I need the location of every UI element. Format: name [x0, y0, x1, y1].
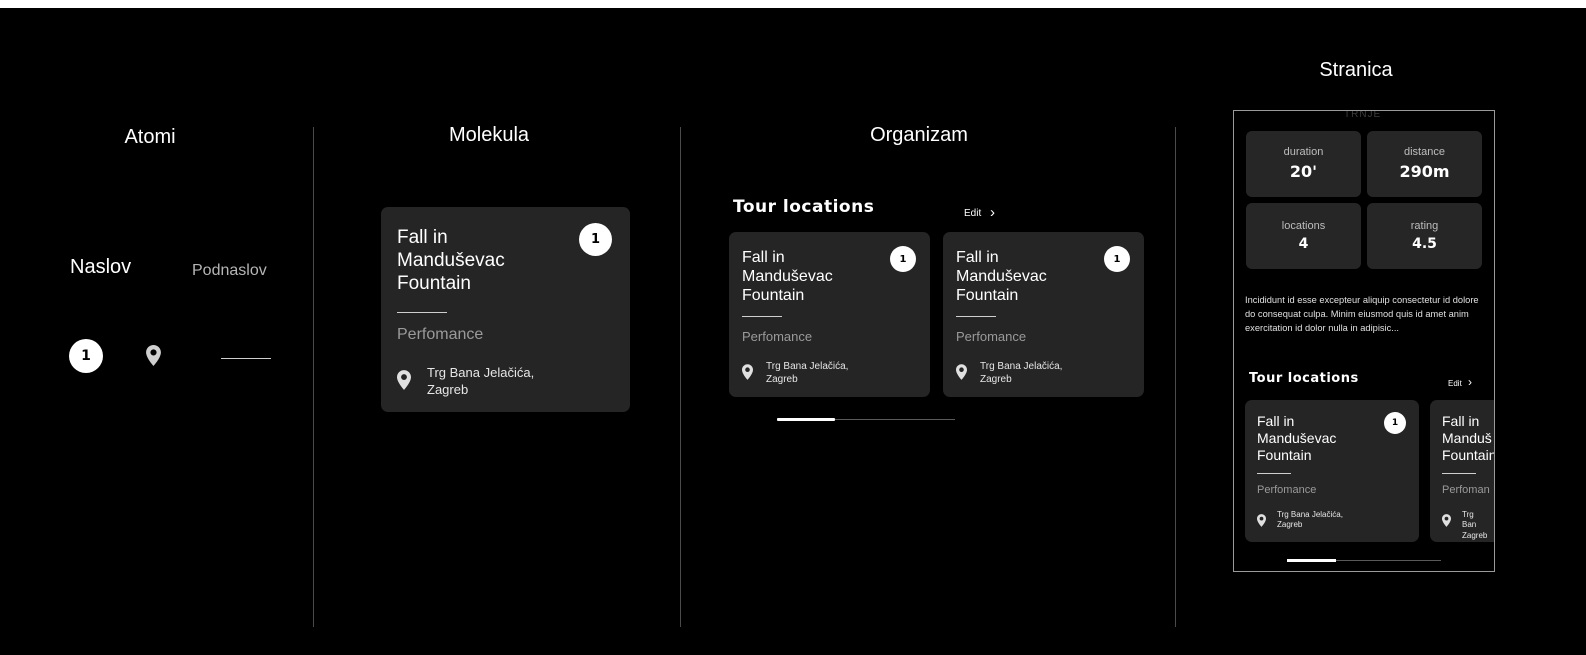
- card-address: Trg Bana Jelačića, Zagreb: [427, 365, 535, 397]
- edit-label: Edit: [1448, 379, 1462, 388]
- card-subtitle: Perfomance: [397, 326, 484, 343]
- column-divider: [680, 127, 681, 627]
- card-divider: [397, 312, 447, 313]
- card-number-badge: 1: [1384, 412, 1406, 434]
- location-card-partial[interactable]: Fall in Manduš Fountain Perfoman Trg Ban…: [1430, 400, 1495, 542]
- card-address: Trg Ban Zagreb: [1462, 510, 1488, 540]
- atom-title: Naslov: [70, 256, 132, 278]
- section-heading: Tour locations: [1249, 371, 1359, 386]
- chevron-right-icon: ›: [990, 204, 996, 221]
- stat-value: 290m: [1399, 162, 1450, 181]
- column-title-molecule: Molekula: [448, 124, 530, 146]
- card-subtitle: Perfoman: [1442, 484, 1490, 496]
- scroll-thumb[interactable]: [1287, 559, 1336, 562]
- card-subtitle: Perfomance: [742, 329, 813, 344]
- design-board: Atomi Molekula Organizam Stranica Naslov…: [0, 8, 1586, 655]
- card-title: Fall in Manduševac Fountain: [742, 249, 833, 305]
- scroll-thumb[interactable]: [777, 418, 835, 421]
- location-card[interactable]: Fall in Manduševac Fountain 1 Perfomance…: [729, 232, 930, 397]
- card-address: Trg Bana Jelačića, Zagreb: [766, 361, 849, 385]
- atom-divider-line: [221, 358, 271, 359]
- page-frame: TRNJE duration 20' distance 290m locatio…: [1233, 110, 1495, 572]
- stat-value: 20': [1289, 162, 1318, 181]
- atom-number-badge: 1: [69, 339, 103, 373]
- column-title-atoms: Atomi: [124, 126, 176, 148]
- location-pin-icon: [742, 364, 753, 380]
- card-title: Fall in Manduš Fountain: [1442, 413, 1495, 463]
- location-pin-icon: [956, 364, 967, 380]
- location-pin-icon: [1442, 514, 1451, 527]
- card-divider: [1257, 473, 1291, 474]
- map-label: TRNJE: [1344, 110, 1382, 120]
- card-divider: [956, 316, 996, 317]
- card-title: Fall in Manduševac Fountain: [1257, 413, 1337, 463]
- stat-card-rating: rating 4.5: [1367, 203, 1482, 269]
- stat-card-duration: duration 20': [1246, 131, 1361, 197]
- stat-value: 4.5: [1412, 236, 1437, 252]
- card-subtitle: Perfomance: [956, 329, 1027, 344]
- atom-subtitle: Podnaslov: [192, 262, 267, 279]
- location-card[interactable]: Fall in Manduševac Fountain 1 Perfomance…: [943, 232, 1144, 397]
- card-divider: [742, 316, 782, 317]
- tour-description: Incididunt id esse excepteur aliquip con…: [1245, 295, 1479, 333]
- card-number-badge: 1: [579, 223, 612, 256]
- stat-card-locations: locations 4: [1246, 203, 1361, 269]
- column-divider: [313, 127, 314, 627]
- card-title: Fall in Manduševac Fountain: [956, 249, 1047, 305]
- card-number-badge: 1: [1104, 246, 1130, 272]
- card-subtitle: Perfomance: [1257, 484, 1317, 496]
- section-heading: Tour locations: [733, 197, 875, 217]
- card-title: Fall in Manduševac Fountain: [397, 227, 505, 294]
- chevron-right-icon: ›: [1468, 375, 1473, 389]
- column-title-page: Stranica: [1319, 59, 1393, 81]
- location-card[interactable]: Fall in Manduševac Fountain 1 Perfomance…: [381, 207, 630, 412]
- stat-label: distance: [1404, 146, 1445, 158]
- edit-label: Edit: [964, 208, 982, 219]
- stat-value: 4: [1298, 236, 1309, 252]
- location-pin-icon: [146, 345, 161, 366]
- card-address: Trg Bana Jelačića, Zagreb: [1277, 510, 1343, 530]
- column-title-organism: Organizam: [870, 124, 968, 146]
- edit-link[interactable]: Edit ›: [1448, 375, 1472, 389]
- location-card[interactable]: Fall in Manduševac Fountain 1 Perfomance…: [1245, 400, 1419, 542]
- stat-card-distance: distance 290m: [1367, 131, 1482, 197]
- card-address: Trg Bana Jelačića, Zagreb: [980, 361, 1063, 385]
- edit-link[interactable]: Edit ›: [964, 203, 996, 221]
- stat-label: locations: [1281, 220, 1326, 232]
- stat-label: duration: [1283, 146, 1324, 158]
- stat-label: rating: [1410, 220, 1439, 232]
- card-divider: [1442, 473, 1476, 474]
- location-pin-icon: [1257, 514, 1266, 527]
- column-divider: [1175, 127, 1176, 627]
- location-pin-icon: [397, 370, 411, 390]
- card-number-badge: 1: [890, 246, 916, 272]
